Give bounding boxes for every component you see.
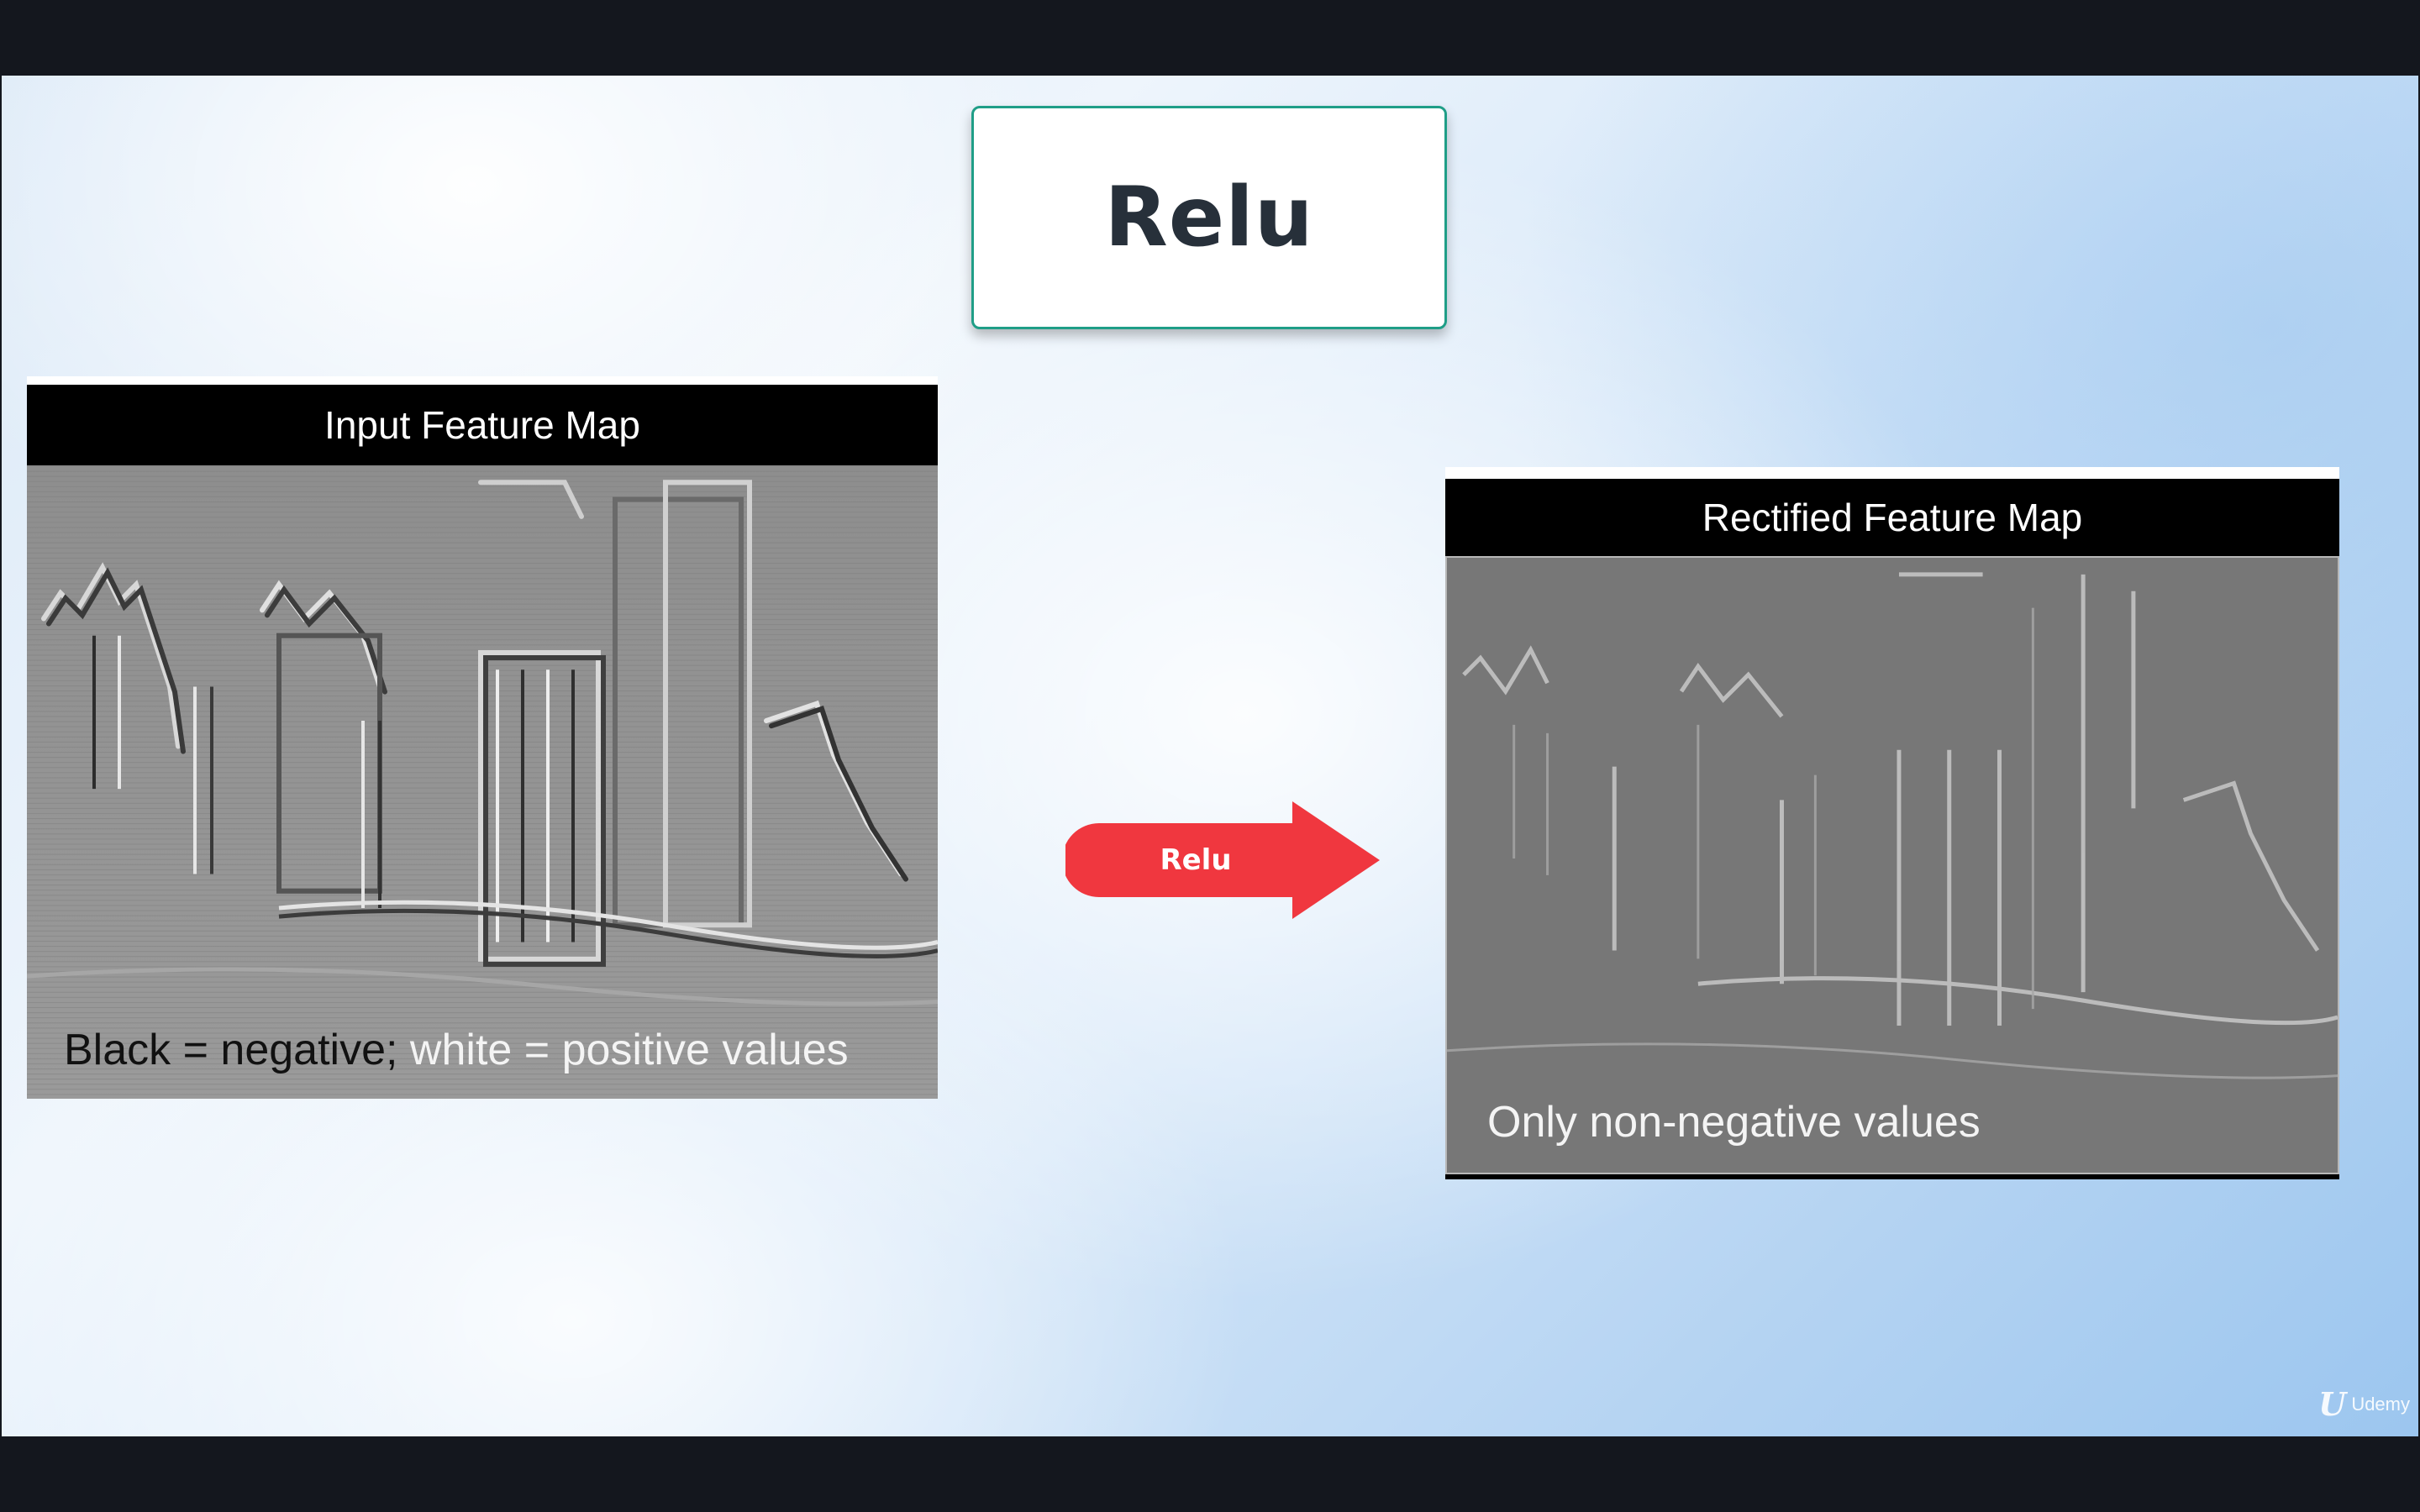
letterbox-bottom: [0, 1436, 2420, 1512]
input-feature-map-panel: Input Feature Map Black = negative; whit…: [27, 376, 938, 1099]
rectified-feature-map-image: Only non-negative values: [1445, 556, 2339, 1174]
udemy-watermark: U Udemy: [2318, 1385, 2410, 1423]
rectified-feature-map-panel: Rectified Feature Map Only non-negative …: [1445, 467, 2339, 1179]
udemy-watermark-text: Udemy: [2351, 1393, 2410, 1415]
relu-arrow: Relu: [1065, 801, 1380, 919]
letterbox-top: [0, 0, 2420, 76]
title-box: Relu: [971, 106, 1447, 329]
rectified-city-image: [1447, 558, 2338, 1173]
embossed-city-image: [27, 465, 938, 1099]
slide: Relu Input Feature Map Black = negative;…: [2, 76, 2418, 1436]
udemy-logo-icon: U: [2318, 1385, 2347, 1423]
arrow-label: Relu: [1160, 843, 1232, 877]
rectified-feature-map-header: Rectified Feature Map: [1702, 496, 2083, 539]
input-feature-map-image: Black = negative; white = positive value…: [27, 465, 938, 1099]
rectified-feature-map-caption: Only non-negative values: [1487, 1098, 1981, 1147]
caption-dark-part: Black = negative;: [64, 1026, 398, 1074]
input-feature-map-caption: Black = negative; white = positive value…: [64, 1025, 849, 1075]
input-feature-map-header: Input Feature Map: [324, 403, 640, 447]
caption-light-part: white = positive values: [409, 1026, 849, 1074]
slide-title: Relu: [1104, 170, 1314, 265]
